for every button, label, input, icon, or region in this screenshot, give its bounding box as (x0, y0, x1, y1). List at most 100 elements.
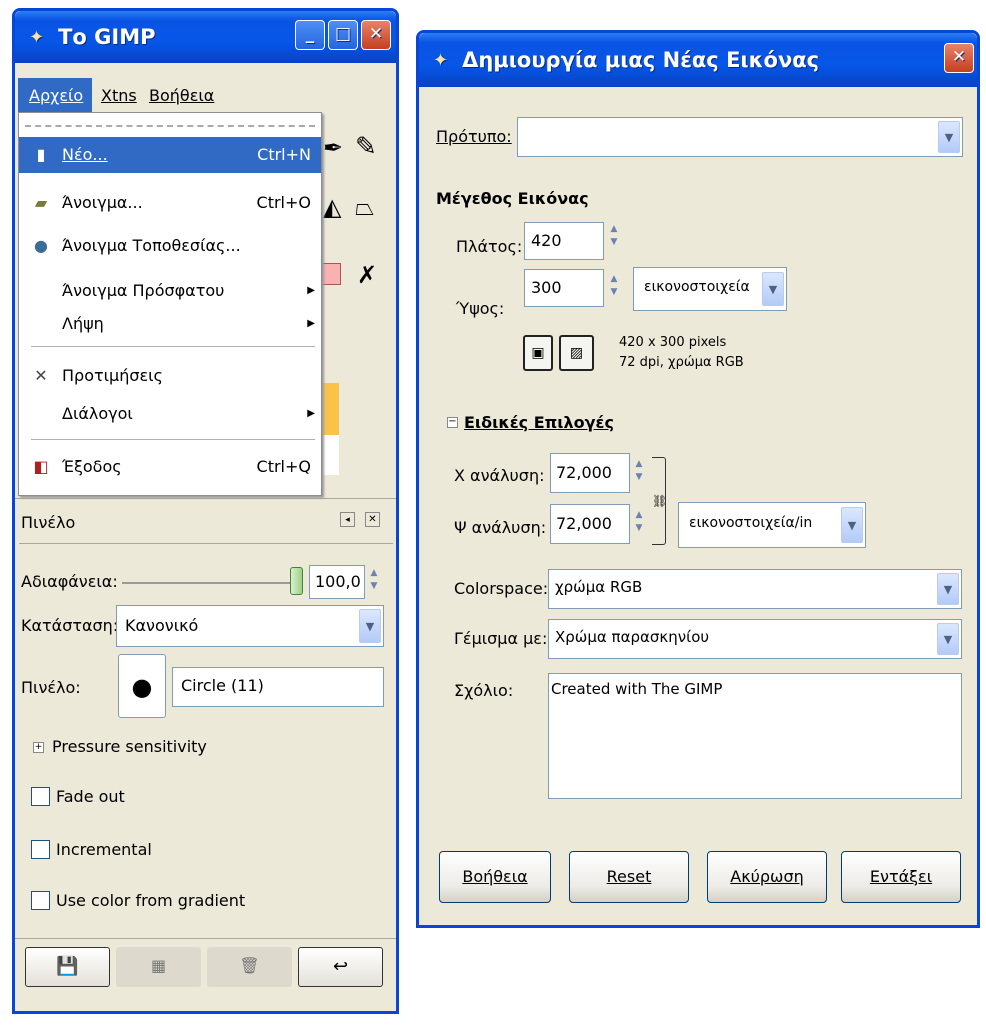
opacity-slider-track[interactable] (122, 582, 298, 584)
gradient-label: Use color from gradient (56, 891, 246, 910)
advanced-options-expander[interactable]: Ειδικές Επιλογές (464, 413, 614, 432)
width-spin[interactable]: ▲ ▼ (607, 223, 621, 249)
menu-item-dialogs[interactable]: Διάλογοι ▶ (19, 396, 321, 432)
menu-xtns[interactable]: Xtns (101, 86, 137, 105)
opacity-slider-handle[interactable] (290, 567, 303, 595)
chevron-down-icon: ▼ (762, 272, 784, 306)
opacity-spin[interactable]: ▲ ▼ (367, 567, 381, 593)
width-label: Πλάτος: (456, 237, 523, 256)
xres-spin[interactable]: ▲ ▼ (632, 458, 646, 484)
template-select[interactable]: ▼ (517, 117, 963, 157)
fade-out-checkbox[interactable] (31, 787, 50, 806)
menu-item-acquire[interactable]: Λήψη ▶ (19, 306, 321, 342)
menu-file[interactable]: Αρχείο (18, 78, 92, 112)
pressure-expander[interactable]: Pressure sensitivity (52, 737, 207, 756)
chevron-down-icon: ▼ (359, 609, 381, 643)
expand-icon[interactable]: + (33, 742, 44, 753)
preferences-icon: ✕ (34, 366, 48, 385)
menu-item-quit[interactable]: ◧ Έξοδος Ctrl+Q (19, 449, 321, 485)
gimp-titlebar[interactable]: ✦ Το GIMP _ □ ✕ (15, 11, 396, 63)
brush-label: Πινέλο: (21, 678, 81, 697)
color-picker-icon[interactable]: ✎ (355, 132, 377, 162)
fg-color-swatch[interactable] (323, 383, 339, 435)
save-options-button[interactable]: 💾 (25, 947, 110, 987)
wilber-icon: ✦ (29, 26, 45, 48)
height-input[interactable]: 300 (524, 269, 604, 307)
new-image-dialog: ✦ Δημιουργία μιας Νέας Εικόνας ✕ Πρότυπο… (416, 30, 980, 928)
ink-tool-icon[interactable]: ✒ (323, 134, 343, 162)
mode-select[interactable]: Κανονικό ▼ (116, 605, 384, 647)
xres-input[interactable]: 72,000 (550, 453, 630, 493)
height-spin[interactable]: ▲ ▼ (607, 273, 621, 299)
restore-options-button[interactable]: ▦ (116, 947, 201, 987)
dialog-title: Δημιουργία μιας Νέας Εικόνας (462, 48, 820, 72)
exit-icon: ◧ (33, 457, 49, 476)
comment-label: Σχόλιο: (454, 681, 514, 700)
reset-options-button[interactable]: ↩ (298, 947, 383, 987)
yres-input[interactable]: 72,000 (550, 504, 630, 544)
cancel-button[interactable]: Ακύρωση (707, 851, 827, 903)
close-button[interactable]: ✕ (361, 20, 391, 50)
menu-item-open-location[interactable]: ● Άνοιγμα Τοποθεσίας... (19, 228, 321, 264)
fill-label: Γέμισμα με: (454, 629, 548, 648)
dialog-titlebar[interactable]: ✦ Δημιουργία μιας Νέας Εικόνας ✕ (419, 33, 977, 87)
template-label: Πρότυπο: (436, 127, 512, 146)
opacity-label: Αδιαφάνεια: (21, 572, 118, 591)
menu-item-new[interactable]: ▮ Νέο... Ctrl+N (19, 137, 321, 173)
height-label: Ύψος: (456, 299, 505, 318)
eraser-tool-icon[interactable] (321, 263, 341, 285)
brush-preview-button[interactable]: ● (118, 654, 166, 718)
help-button[interactable]: Βοήθεια (439, 851, 551, 903)
xres-label: Χ ανάλυση: (454, 466, 545, 485)
panel-close-icon[interactable]: ✕ (365, 512, 380, 527)
chevron-down-icon: ▼ (937, 573, 959, 605)
incremental-label: Incremental (56, 840, 152, 859)
fill-select[interactable]: Χρώμα παρασκηνίου ▼ (548, 619, 962, 659)
incremental-checkbox[interactable] (31, 840, 50, 859)
maximize-button[interactable]: □ (328, 20, 358, 50)
new-document-icon: ▮ (36, 145, 46, 164)
brush-name-field[interactable]: Circle (11) (172, 667, 384, 707)
menubar: Αρχείο Xtns Βοήθεια (15, 63, 396, 113)
wilber-icon: ✦ (433, 49, 449, 71)
resolution-unit-select[interactable]: εικονοστοιχεία/in ▼ (678, 502, 866, 548)
globe-icon: ● (34, 236, 48, 255)
bg-color-swatch[interactable] (323, 435, 339, 475)
ok-button[interactable]: Εντάξει (841, 851, 961, 903)
panel-menu-icon[interactable]: ◂ (340, 512, 355, 527)
perspective-tool-icon[interactable]: ◭ (323, 193, 341, 221)
delete-options-button[interactable]: 🗑 (207, 947, 292, 987)
fade-out-label: Fade out (56, 787, 125, 806)
size-info: 420 x 300 pixels 72 dpi, χρώμα RGB (619, 335, 744, 370)
portrait-button[interactable]: ▣ (523, 335, 553, 371)
brush-panel: Πινέλο ◂ ✕ Αδιαφάνεια: 100,0 ▲ ▼ Κατάστασ… (15, 498, 396, 938)
collapse-icon[interactable]: − (447, 417, 458, 428)
size-unit-select[interactable]: εικονοστοιχεία ▼ (633, 267, 787, 311)
menu-item-open[interactable]: ▰ Άνοιγμα... Ctrl+O (19, 185, 321, 221)
comment-textarea[interactable]: Created with The GIMP (548, 673, 962, 799)
menu-item-preferences[interactable]: ✕ Προτιμήσεις (19, 358, 321, 394)
opacity-input[interactable]: 100,0 (309, 565, 365, 599)
smudge-tool-icon[interactable]: ✗ (357, 261, 377, 289)
menu-separator (31, 439, 315, 440)
brush-panel-title: Πινέλο (21, 513, 76, 532)
landscape-button[interactable]: ▨ (559, 335, 594, 371)
yres-spin[interactable]: ▲ ▼ (632, 509, 646, 535)
reset-button[interactable]: Reset (569, 851, 689, 903)
chevron-down-icon: ▼ (937, 623, 959, 655)
menu-separator (31, 346, 315, 347)
menu-item-open-recent[interactable]: Άνοιγμα Πρόσφατου ▶ (19, 273, 321, 309)
colorspace-label: Colorspace: (454, 579, 549, 598)
chain-link-icon[interactable]: ⛓ (652, 457, 667, 545)
minimize-button[interactable]: _ (295, 20, 325, 50)
file-menu: ▮ Νέο... Ctrl+N ▰ Άνοιγμα... Ctrl+O ● Άν… (18, 112, 322, 496)
yres-label: Ψ ανάλυση: (454, 518, 547, 537)
tear-off-line[interactable] (25, 125, 315, 127)
dialog-close-button[interactable]: ✕ (944, 43, 974, 73)
submenu-arrow-icon: ▶ (307, 408, 315, 419)
colorspace-select[interactable]: χρώμα RGB ▼ (548, 569, 962, 609)
shear-tool-icon[interactable]: ⏢ (355, 193, 374, 221)
gradient-checkbox[interactable] (31, 891, 50, 910)
width-input[interactable]: 420 (524, 222, 604, 260)
menu-help[interactable]: Βοήθεια (149, 86, 214, 105)
